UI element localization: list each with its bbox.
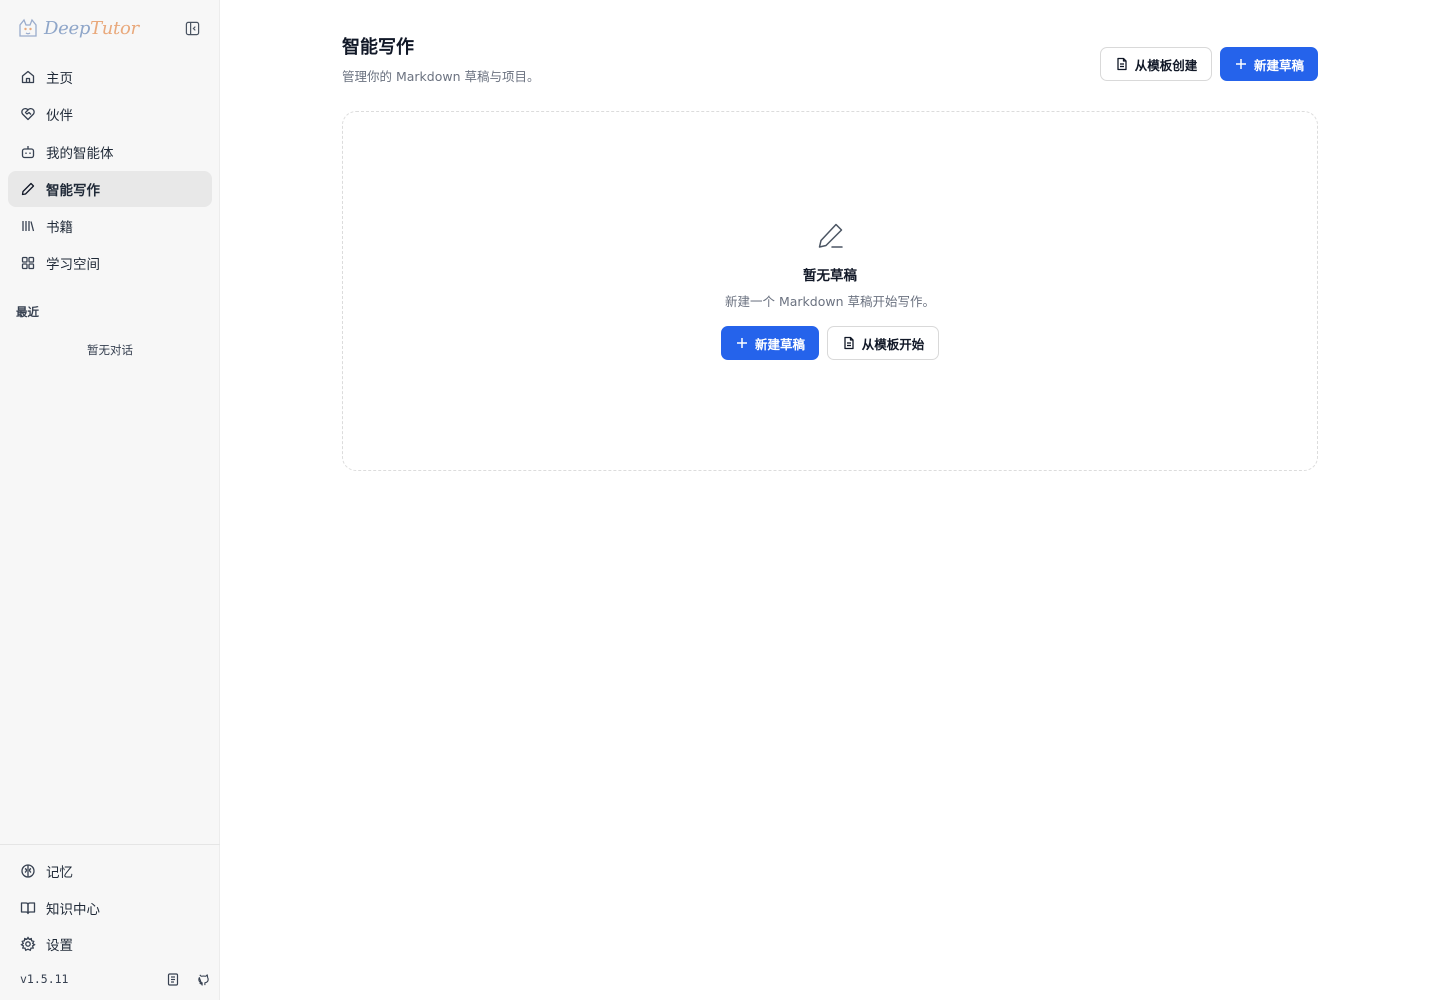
empty-new-draft-button[interactable]: 新建草稿 xyxy=(721,326,819,360)
gear-icon xyxy=(20,936,36,952)
version-row: v1.5.11 xyxy=(20,970,210,988)
header-actions: 从模板创建 新建草稿 xyxy=(1100,47,1318,81)
docs-icon[interactable] xyxy=(166,972,180,986)
new-draft-button[interactable]: 新建草稿 xyxy=(1220,47,1318,81)
page-subtitle: 管理你的 Markdown 草稿与项目。 xyxy=(342,69,540,84)
version-label: v1.5.11 xyxy=(20,972,69,986)
recent-heading: 最近 xyxy=(16,305,39,319)
file-text-icon xyxy=(1117,57,1127,71)
pencil-icon xyxy=(818,223,843,248)
sidebar-item-settings[interactable]: 设置 xyxy=(8,926,212,962)
sidebar-item-label: 我的智能体 xyxy=(46,145,114,162)
sidebar-item-partner[interactable]: 伙伴 xyxy=(8,96,212,132)
logo-icon xyxy=(19,18,37,37)
start-from-template-button[interactable]: 从模板开始 xyxy=(827,326,939,360)
brand-name-deep: Deep xyxy=(44,17,91,39)
file-text-icon xyxy=(844,336,854,350)
empty-state-actions: 新建草稿 从模板开始 xyxy=(721,326,939,360)
plus-icon xyxy=(736,338,747,348)
library-icon xyxy=(20,218,36,234)
sidebar-item-smart-writing[interactable]: 智能写作 xyxy=(8,170,212,207)
sidebar-item-label: 主页 xyxy=(46,71,73,87)
brain-icon xyxy=(20,863,36,879)
github-icon[interactable] xyxy=(196,972,210,986)
bot-icon xyxy=(20,144,36,160)
recent-empty-text: 暂无对话 xyxy=(87,343,133,357)
bottom-nav: 记忆 知识中心 设置 xyxy=(8,853,212,963)
sidebar-item-label: 智能写作 xyxy=(46,182,100,199)
create-from-template-button[interactable]: 从模板创建 xyxy=(1100,47,1212,81)
book-open-icon xyxy=(20,900,36,916)
sidebar-item-label: 学习空间 xyxy=(46,257,100,274)
new-draft-label: 新建草稿 xyxy=(1253,57,1304,73)
sidebar-collapse-icon xyxy=(185,21,200,36)
sidebar-item-home[interactable]: 主页 xyxy=(8,59,212,95)
sidebar-item-books[interactable]: 书籍 xyxy=(8,208,212,244)
create-from-template-label: 从模板创建 xyxy=(1134,57,1198,73)
main-content: 智能写作 管理你的 Markdown 草稿与项目。 从模板创建 新建草稿 暂无草… xyxy=(220,0,1440,1000)
sidebar-item-label: 设置 xyxy=(46,938,73,955)
sidebar: DeepTutor 主页 伙伴 我的智能体 智能写作 书籍 学习空间 最近 暂无… xyxy=(0,0,220,1000)
empty-state-description: 新建一个 Markdown 草稿开始写作。 xyxy=(725,294,935,309)
sidebar-item-label: 知识中心 xyxy=(46,901,100,918)
empty-state-card: 暂无草稿 新建一个 Markdown 草稿开始写作。 新建草稿 从模板开始 xyxy=(342,111,1318,471)
page-title: 智能写作 xyxy=(342,37,414,58)
sidebar-item-study-space[interactable]: 学习空间 xyxy=(8,245,212,281)
sidebar-item-memory[interactable]: 记忆 xyxy=(8,853,212,889)
sidebar-item-knowledge-center[interactable]: 知识中心 xyxy=(8,890,212,926)
collapse-sidebar-button[interactable] xyxy=(184,20,201,37)
empty-state-title: 暂无草稿 xyxy=(803,268,857,284)
sidebar-footer: 记忆 知识中心 设置 v1.5.11 xyxy=(0,844,220,1000)
home-icon xyxy=(20,69,36,85)
sidebar-item-label: 记忆 xyxy=(46,865,73,881)
brand-name-tutor: Tutor xyxy=(90,17,139,39)
footer-links xyxy=(166,972,210,986)
main-nav: 主页 伙伴 我的智能体 智能写作 书籍 学习空间 xyxy=(8,59,212,283)
sidebar-item-label: 伙伴 xyxy=(46,108,73,125)
grid-icon xyxy=(20,255,36,271)
sidebar-item-label: 书籍 xyxy=(46,220,73,237)
empty-new-draft-label: 新建草稿 xyxy=(754,336,805,352)
start-from-template-label: 从模板开始 xyxy=(861,336,925,352)
brand-logo[interactable]: DeepTutor xyxy=(16,14,139,42)
pencil-icon xyxy=(20,181,36,197)
sidebar-item-my-agents[interactable]: 我的智能体 xyxy=(8,134,212,170)
brand-name: DeepTutor xyxy=(44,18,139,39)
plus-icon xyxy=(1235,59,1246,69)
heart-handshake-icon xyxy=(20,106,36,122)
